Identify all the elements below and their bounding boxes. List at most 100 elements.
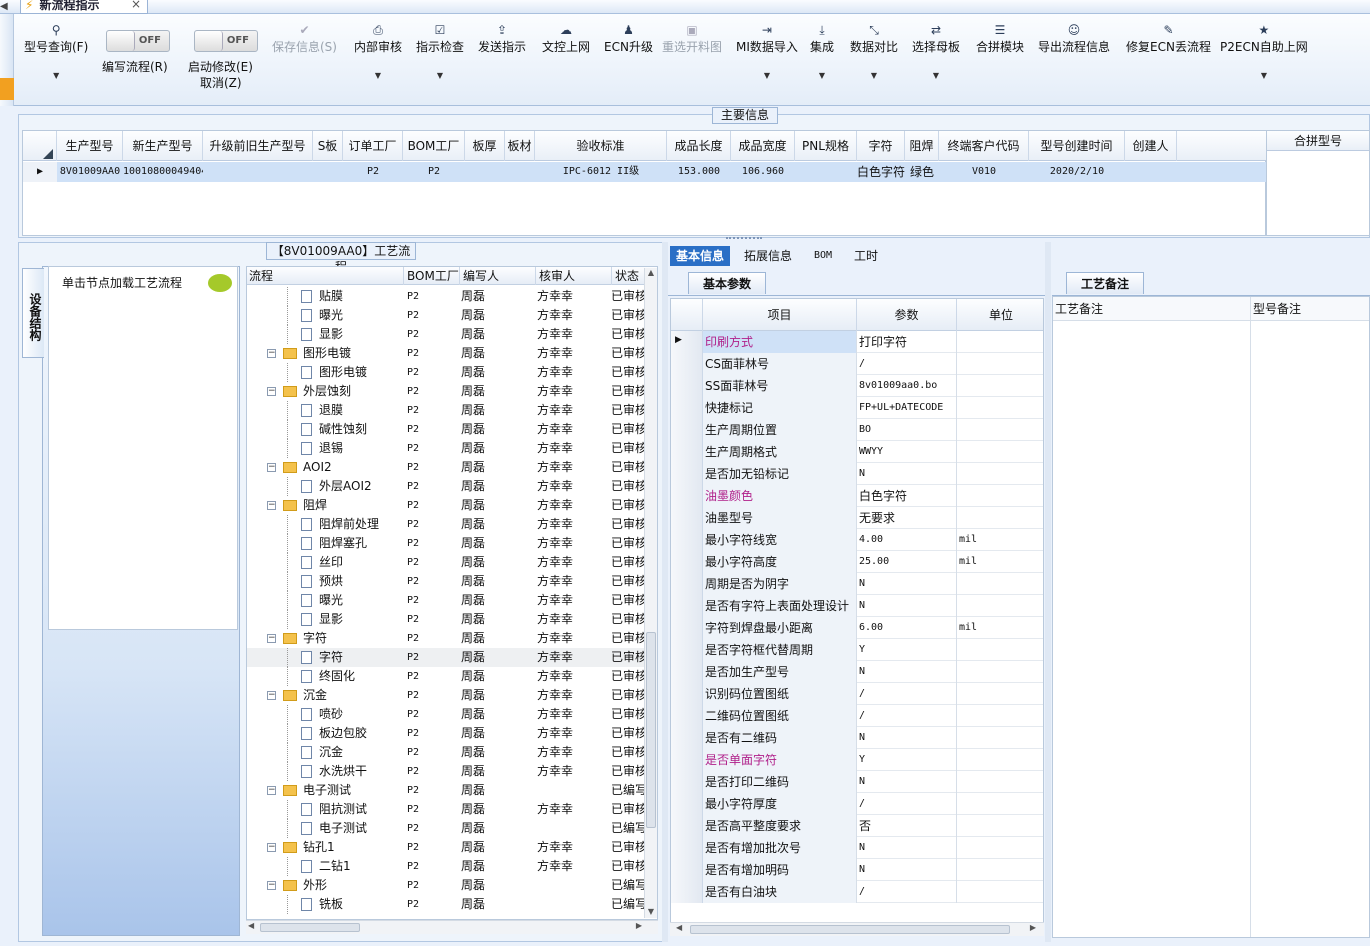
tree-node[interactable]: − 外层蚀刻 P2 周磊 方幸幸 已审核 xyxy=(247,382,647,401)
column-header[interactable]: 字符 xyxy=(857,131,905,161)
param-value[interactable]: BO xyxy=(857,419,957,441)
start-modify-toggle[interactable]: OFF xyxy=(194,30,258,52)
left-edge-arrow-icon[interactable]: ◀ xyxy=(0,0,10,14)
tree-node[interactable]: − 钻孔1 P2 周磊 方幸幸 已审核 xyxy=(247,838,647,857)
tree-node[interactable]: 碱性蚀刻 P2 周磊 方幸幸 已审核 xyxy=(247,420,647,439)
tab-extended-info[interactable]: 拓展信息 xyxy=(738,246,798,266)
tree-node[interactable]: − 外形 P2 周磊 已编写 xyxy=(247,876,647,895)
model-query-button[interactable]: ⚲ 型号查询(F) ▼ xyxy=(24,22,88,80)
left-dock-indicator[interactable] xyxy=(0,78,14,100)
param-value[interactable]: N xyxy=(857,573,957,595)
chevron-down-icon[interactable]: ▼ xyxy=(416,71,464,80)
column-header[interactable]: 订单工厂 xyxy=(343,131,403,161)
column-header[interactable]: 新生产型号 xyxy=(123,131,203,161)
tab-basic-info[interactable]: 基本信息 xyxy=(670,246,731,266)
tree-node[interactable]: 外层AOI2 P2 周磊 方幸幸 已审核 xyxy=(247,477,647,496)
tree-node[interactable]: − 电子测试 P2 周磊 已编写 xyxy=(247,781,647,800)
param-row[interactable]: CS面菲林号 / xyxy=(671,353,1043,375)
row-selector[interactable] xyxy=(671,507,703,529)
param-row[interactable]: 是否加无铅标记 N xyxy=(671,463,1043,485)
select-master-button[interactable]: ⇄ 选择母板 ▼ xyxy=(912,22,960,80)
param-row[interactable]: 识别码位置图纸 / xyxy=(671,683,1043,705)
param-row[interactable]: 最小字符高度 25.00 mil xyxy=(671,551,1043,573)
param-row[interactable]: 最小字符线宽 4.00 mil xyxy=(671,529,1043,551)
param-value[interactable]: N xyxy=(857,595,957,617)
tree-node[interactable]: 图形电镀 P2 周磊 方幸幸 已审核 xyxy=(247,363,647,382)
tree-node[interactable]: − 图形电镀 P2 周磊 方幸幸 已审核 xyxy=(247,344,647,363)
column-header[interactable]: 阻焊 xyxy=(905,131,939,161)
table-cell[interactable] xyxy=(1125,162,1177,182)
collapse-icon[interactable]: − xyxy=(267,786,276,795)
column-header[interactable]: 板厚 xyxy=(465,131,505,161)
row-selector[interactable] xyxy=(671,881,703,903)
tree-node[interactable]: 终固化 P2 周磊 方幸幸 已审核 xyxy=(247,667,647,686)
column-header[interactable]: 创建人 xyxy=(1125,131,1177,161)
tree-node[interactable]: 阻焊前处理 P2 周磊 方幸幸 已审核 xyxy=(247,515,647,534)
tree-node[interactable]: − 字符 P2 周磊 方幸幸 已审核 xyxy=(247,629,647,648)
param-row[interactable]: 是否有字符上表面处理设计 N xyxy=(671,595,1043,617)
close-icon[interactable]: × xyxy=(131,0,141,10)
fix-ecn-button[interactable]: ✎ 修复ECN丢流程 xyxy=(1126,22,1211,55)
param-row[interactable]: 是否字符框代替周期 Y xyxy=(671,639,1043,661)
row-selector[interactable]: ▶ xyxy=(671,331,703,353)
reselect-drawing-button[interactable]: ▣ 重选开料图 xyxy=(662,22,722,55)
chevron-down-icon[interactable]: ▼ xyxy=(736,71,798,80)
data-compare-button[interactable]: ⤡ 数据对比 ▼ xyxy=(850,22,898,80)
tree-node[interactable]: 字符 P2 周磊 方幸幸 已审核 xyxy=(247,648,647,667)
param-value[interactable]: 打印字符 xyxy=(857,331,957,353)
row-selector[interactable] xyxy=(671,595,703,617)
row-selector[interactable] xyxy=(671,639,703,661)
tab-work-hours[interactable]: 工时 xyxy=(848,246,884,266)
splitter-right[interactable] xyxy=(1045,242,1051,942)
param-value[interactable]: / xyxy=(857,683,957,705)
tree-node[interactable]: 曝光 P2 周磊 方幸幸 已审核 xyxy=(247,306,647,325)
row-selector[interactable] xyxy=(671,353,703,375)
param-row[interactable]: 是否有二维码 N xyxy=(671,727,1043,749)
tree-node[interactable]: 阻焊塞孔 P2 周磊 方幸幸 已审核 xyxy=(247,534,647,553)
row-selector[interactable] xyxy=(671,815,703,837)
scroll-up-icon[interactable]: ▲ xyxy=(645,268,657,277)
param-value[interactable]: N xyxy=(857,727,957,749)
doc-control-online-button[interactable]: ☁ 文控上网 xyxy=(542,22,590,55)
table-cell[interactable]: V010 xyxy=(939,162,1029,182)
row-selector[interactable] xyxy=(671,727,703,749)
tab-new-flow-instruction[interactable]: ⚡ 新流程指示 × xyxy=(20,0,148,14)
param-row[interactable]: SS面菲林号 8v01009aa0.bo xyxy=(671,375,1043,397)
tree-node[interactable]: 二钻1 P2 周磊 方幸幸 已审核 xyxy=(247,857,647,876)
scroll-right-icon[interactable]: ▶ xyxy=(636,921,642,930)
param-value[interactable]: N xyxy=(857,463,957,485)
tree-node[interactable]: 电子测试 P2 周磊 已编写 xyxy=(247,819,647,838)
param-value[interactable]: N xyxy=(857,771,957,793)
chevron-down-icon[interactable]: ▼ xyxy=(810,71,834,80)
row-selector[interactable] xyxy=(671,859,703,881)
param-row[interactable]: 是否有增加批次号 N xyxy=(671,837,1043,859)
table-cell[interactable] xyxy=(505,162,535,182)
param-row[interactable]: 是否有增加明码 N xyxy=(671,859,1043,881)
param-row[interactable]: 是否单面字符 Y xyxy=(671,749,1043,771)
param-row[interactable]: ▶ 印刷方式 打印字符 xyxy=(671,331,1043,353)
tree-node[interactable]: 退锡 P2 周磊 方幸幸 已审核 xyxy=(247,439,647,458)
chevron-down-icon[interactable]: ▼ xyxy=(912,71,960,80)
param-value[interactable]: N xyxy=(857,859,957,881)
cancel-label[interactable]: 取消(Z) xyxy=(200,74,242,91)
tree-node[interactable]: 曝光 P2 周磊 方幸幸 已审核 xyxy=(247,591,647,610)
tree-node[interactable]: 水洗烘干 P2 周磊 方幸幸 已审核 xyxy=(247,762,647,781)
collapse-icon[interactable]: − xyxy=(267,881,276,890)
collapse-icon[interactable]: − xyxy=(267,463,276,472)
table-cell[interactable]: 绿色 xyxy=(905,162,939,182)
tree-node[interactable]: 显影 P2 周磊 方幸幸 已审核 xyxy=(247,325,647,344)
param-row[interactable]: 是否加生产型号 N xyxy=(671,661,1043,683)
table-cell[interactable]: IPC-6012 II级 xyxy=(535,162,667,182)
params-horizontal-scrollbar[interactable]: ◀ ▶ xyxy=(670,922,1044,936)
integrate-button[interactable]: ⤓ 集成 ▼ xyxy=(810,22,834,80)
row-selector[interactable] xyxy=(671,661,703,683)
table-cell[interactable] xyxy=(795,162,857,182)
row-selector[interactable] xyxy=(671,771,703,793)
table-cell[interactable]: 2020/2/10 xyxy=(1029,162,1125,182)
tab-bom[interactable]: BOM xyxy=(808,246,838,266)
collapse-icon[interactable]: − xyxy=(267,387,276,396)
row-selector[interactable] xyxy=(671,441,703,463)
table-cell[interactable]: 白色字符 xyxy=(857,162,905,182)
row-selector[interactable] xyxy=(671,529,703,551)
param-row[interactable]: 字符到焊盘最小距离 6.00 mil xyxy=(671,617,1043,639)
